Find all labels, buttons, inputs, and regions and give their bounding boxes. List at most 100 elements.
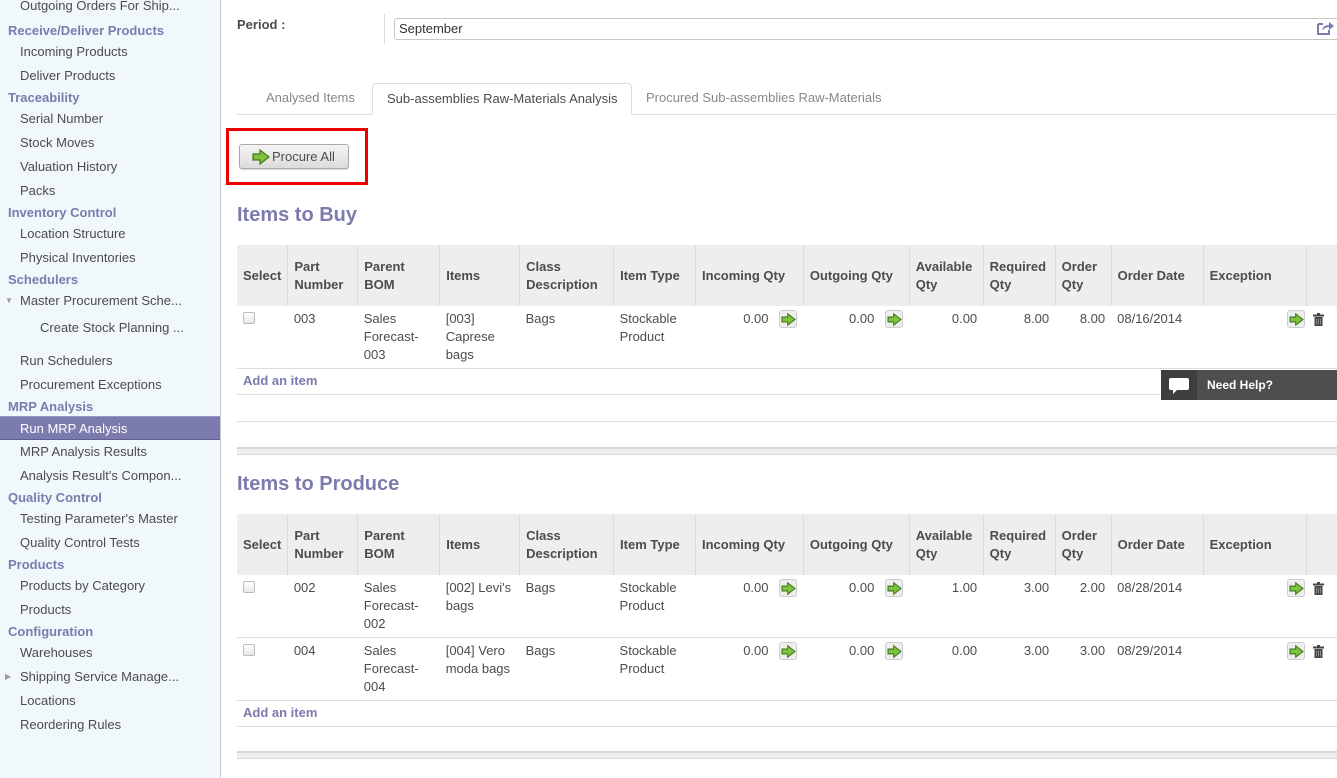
sidebar-item-master-procurement[interactable]: ▼ Master Procurement Sche... xyxy=(0,289,220,315)
column-header-available-qty[interactable]: Available Qty xyxy=(908,245,984,306)
column-header-select[interactable]: Select xyxy=(237,514,288,575)
sidebar-item-valuation-history[interactable]: Valuation History xyxy=(0,155,220,179)
column-header-exception[interactable]: Exception xyxy=(1202,514,1307,575)
trash-icon[interactable] xyxy=(1312,645,1324,661)
procure-row-button[interactable] xyxy=(1286,579,1305,597)
procure-row-button[interactable] xyxy=(1286,310,1305,328)
sidebar-item-warehouses[interactable]: Warehouses xyxy=(0,641,220,665)
column-header-items[interactable]: Items xyxy=(439,245,520,306)
sidebar-item-packs[interactable]: Packs xyxy=(0,179,220,203)
tab-sub-assemblies-analysis[interactable]: Sub-assemblies Raw-Materials Analysis xyxy=(372,83,633,115)
row-checkbox[interactable] xyxy=(243,312,255,324)
outgoing-qty-cell: 0.00 xyxy=(803,306,910,369)
column-header-incoming-qty[interactable]: Incoming Qty xyxy=(695,245,804,306)
order-qty-cell: 2.00 xyxy=(1055,575,1112,638)
class-description-cell: Bags xyxy=(519,306,614,369)
period-select[interactable]: September ▼ xyxy=(394,18,1337,40)
sidebar-item-deliver-products[interactable]: Deliver Products xyxy=(0,64,220,88)
sidebar-item-quality-control-tests[interactable]: Quality Control Tests xyxy=(0,531,220,555)
add-an-item-link[interactable]: Add an item xyxy=(243,705,317,720)
sidebar-item-location-structure[interactable]: Location Structure xyxy=(0,222,220,246)
row-checkbox[interactable] xyxy=(243,644,255,656)
column-header-available-qty[interactable]: Available Qty xyxy=(908,514,984,575)
items-to-produce-title: Items to Produce xyxy=(237,473,400,495)
column-header-item-type[interactable]: Item Type xyxy=(613,514,696,575)
parent-bom-cell: Sales Forecast-004 xyxy=(357,637,440,701)
need-help-button[interactable]: Need Help? xyxy=(1161,370,1337,400)
column-header-incoming-qty[interactable]: Incoming Qty xyxy=(694,514,804,575)
sidebar-item-testing-parameters[interactable]: Testing Parameter's Master xyxy=(0,507,220,531)
outgoing-go-button[interactable] xyxy=(885,642,904,660)
column-header-exception[interactable]: Exception xyxy=(1202,245,1307,306)
column-header-class-description[interactable]: Class Description xyxy=(519,514,614,575)
sidebar-item-create-stock-planning[interactable]: Create Stock Planning ... xyxy=(0,315,220,349)
arrow-right-icon xyxy=(887,313,903,326)
items-to-produce-table: Select Part Number Parent BOM Items Class De… xyxy=(237,514,1337,754)
sidebar-item-reordering-rules[interactable]: Reordering Rules xyxy=(0,713,220,737)
column-header-required-qty[interactable]: Required Qty xyxy=(982,245,1056,306)
class-description-cell: Bags xyxy=(519,575,614,638)
column-header-required-qty[interactable]: Required Qty xyxy=(982,514,1056,575)
sidebar-item-incoming-products[interactable]: Incoming Products xyxy=(0,40,220,64)
column-header-actions xyxy=(1306,245,1337,306)
incoming-qty-value: 0.00 xyxy=(743,580,769,595)
tab-analysed-items[interactable]: Analysed Items xyxy=(252,83,369,115)
sidebar-item-analysis-result-components[interactable]: Analysis Result's Compon... xyxy=(0,464,220,488)
incoming-go-button[interactable] xyxy=(779,642,798,660)
add-an-item-link[interactable]: Add an item xyxy=(243,373,317,388)
need-help-label: Need Help? xyxy=(1207,378,1274,392)
exception-cell xyxy=(1203,637,1307,701)
order-date-cell: 08/29/2014 xyxy=(1111,637,1204,701)
caret-right-icon[interactable]: ▶ xyxy=(5,665,11,689)
column-header-parent-bom[interactable]: Parent BOM xyxy=(357,514,440,575)
caret-down-icon[interactable]: ▼ xyxy=(5,289,13,313)
sidebar-item-physical-inventories[interactable]: Physical Inventories xyxy=(0,246,220,270)
procure-all-button[interactable]: Procure All xyxy=(239,144,349,169)
column-header-item-type[interactable]: Item Type xyxy=(613,245,696,306)
column-header-outgoing-qty[interactable]: Outgoing Qty xyxy=(802,514,910,575)
table-row[interactable]: 003 Sales Forecast-003 [003] Caprese bags B… xyxy=(237,306,1337,369)
column-header-select[interactable]: Select xyxy=(237,245,288,306)
column-header-part-number[interactable]: Part Number xyxy=(287,245,358,306)
procure-row-button[interactable] xyxy=(1286,642,1305,660)
delete-cell xyxy=(1306,575,1337,638)
column-header-parent-bom[interactable]: Parent BOM xyxy=(357,245,440,306)
external-link-icon[interactable] xyxy=(1316,20,1334,36)
column-header-order-date[interactable]: Order Date xyxy=(1110,514,1204,575)
outgoing-qty-cell: 0.00 xyxy=(803,575,910,638)
sidebar-item-shipping-service[interactable]: ▶ Shipping Service Manage... xyxy=(0,665,220,689)
sidebar-section-products: Products xyxy=(8,557,65,572)
outgoing-go-button[interactable] xyxy=(885,579,904,597)
column-header-outgoing-qty[interactable]: Outgoing Qty xyxy=(802,245,910,306)
sidebar-item-run-schedulers[interactable]: Run Schedulers xyxy=(0,349,220,373)
sidebar-item-products[interactable]: Products xyxy=(0,598,220,622)
incoming-qty-cell: 0.00 xyxy=(695,575,804,638)
sidebar-item-locations[interactable]: Locations xyxy=(0,689,220,713)
outgoing-qty-value: 0.00 xyxy=(849,580,875,595)
sidebar-item-procurement-exceptions[interactable]: Procurement Exceptions xyxy=(0,373,220,397)
trash-icon[interactable] xyxy=(1312,313,1324,329)
incoming-go-button[interactable] xyxy=(779,310,798,328)
item-type-cell: Stockable Product xyxy=(613,637,696,701)
column-header-class-description[interactable]: Class Description xyxy=(519,245,614,306)
table-row[interactable]: 004 Sales Forecast-004 [004] Vero moda bag… xyxy=(237,637,1337,701)
select-cell xyxy=(237,575,288,638)
sidebar-item-run-mrp-analysis[interactable]: Run MRP Analysis xyxy=(0,416,220,440)
arrow-right-icon xyxy=(781,313,797,326)
sidebar-item-mrp-analysis-results[interactable]: MRP Analysis Results xyxy=(0,440,220,464)
incoming-go-button[interactable] xyxy=(779,579,798,597)
column-header-part-number[interactable]: Part Number xyxy=(287,514,358,575)
sidebar-item-serial-number[interactable]: Serial Number xyxy=(0,107,220,131)
sidebar-item-stock-moves[interactable]: Stock Moves xyxy=(0,131,220,155)
column-header-items[interactable]: Items xyxy=(439,514,520,575)
outgoing-go-button[interactable] xyxy=(885,310,904,328)
column-header-order-qty[interactable]: Order Qty xyxy=(1054,514,1112,575)
tab-procured-sub-assemblies[interactable]: Procured Sub-assemblies Raw-Materials xyxy=(632,83,896,115)
sidebar-item-products-by-category[interactable]: Products by Category xyxy=(0,574,220,598)
column-header-order-date[interactable]: Order Date xyxy=(1110,245,1204,306)
column-header-order-qty[interactable]: Order Qty xyxy=(1054,245,1112,306)
trash-icon[interactable] xyxy=(1312,582,1324,598)
table-row[interactable]: 002 Sales Forecast-002 [002] Levi's bags Ba… xyxy=(237,575,1337,638)
sidebar-item-outgoing-orders[interactable]: Outgoing Orders For Ship... xyxy=(0,0,220,18)
row-checkbox[interactable] xyxy=(243,581,255,593)
